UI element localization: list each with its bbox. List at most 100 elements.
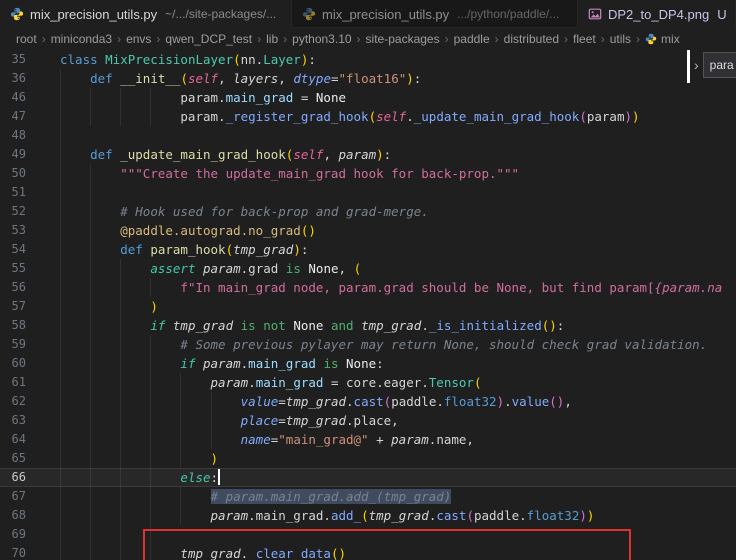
indent-guide	[90, 373, 91, 392]
indent-guide	[150, 544, 151, 560]
indent-guide	[90, 183, 91, 202]
code-line-36[interactable]: 36 def __init__(self, layers, dtype="flo…	[0, 69, 736, 88]
code-line-64[interactable]: 64 name="main_grad@" + param.name,	[0, 430, 736, 449]
breadcrumb-item-fleet[interactable]: fleet	[573, 32, 596, 46]
line-number: 68	[0, 506, 26, 525]
code-line-62[interactable]: 62 value=tmp_grad.cast(paddle.float32).v…	[0, 392, 736, 411]
code-line-54[interactable]: 54 def param_hook(tmp_grad):	[0, 240, 736, 259]
code-line-46[interactable]: 46 param.main_grad = None	[0, 88, 736, 107]
indent-guide	[60, 202, 61, 221]
code-line-66[interactable]: 66 else:	[0, 468, 736, 487]
code-line-63[interactable]: 63 place=tmp_grad.place,	[0, 411, 736, 430]
vscode-window: mix_precision_utils.py ~/.../site-packag…	[0, 0, 736, 560]
tab-mix-precision-utils-local[interactable]: mix_precision_utils.py ~/.../site-packag…	[0, 0, 292, 28]
code-line-51[interactable]: 51	[0, 183, 736, 202]
breadcrumb-item-paddle[interactable]: paddle	[454, 32, 490, 46]
line-number: 63	[0, 411, 26, 430]
indent-guide	[90, 525, 91, 544]
indent-guide	[90, 430, 91, 449]
code-line-69[interactable]: 69	[0, 525, 736, 544]
breadcrumb-item-lib[interactable]: lib	[266, 32, 278, 46]
indent-guide	[150, 525, 151, 544]
breadcrumb-item-qwen_DCP_test[interactable]: qwen_DCP_test	[165, 32, 252, 46]
tab-title: mix_precision_utils.py	[322, 7, 449, 22]
code-text: param._register_grad_hook(self._update_m…	[60, 107, 736, 126]
python-icon	[302, 7, 316, 21]
indent-guide	[60, 525, 61, 544]
breadcrumb-item-root[interactable]: root	[16, 32, 37, 46]
tab-mix-precision-utils-paddle[interactable]: mix_precision_utils.py .../python/paddle…	[292, 0, 578, 28]
code-text: f"In main_grad node, param.grad should b…	[60, 278, 736, 297]
code-line-68[interactable]: 68 param.main_grad.add_(tmp_grad.cast(pa…	[0, 506, 736, 525]
indent-guide	[150, 107, 151, 126]
indent-guide	[150, 88, 151, 107]
sash-bar[interactable]	[687, 50, 690, 83]
line-number: 66	[0, 468, 26, 487]
indent-guide	[90, 449, 91, 468]
code-line-56[interactable]: 56 f"In main_grad node, param.grad shoul…	[0, 278, 736, 297]
indent-guide	[60, 544, 61, 560]
indent-guide	[60, 297, 61, 316]
indent-guide	[150, 487, 151, 506]
breadcrumb-leaf[interactable]: mix	[645, 32, 680, 46]
breadcrumb-item-site-packages[interactable]: site-packages	[366, 32, 440, 46]
code-line-49[interactable]: 49 def _update_main_grad_hook(self, para…	[0, 145, 736, 164]
indent-guide	[120, 354, 121, 373]
chevron-right-icon: ›	[357, 32, 361, 46]
code-line-60[interactable]: 60 if param.main_grad is None:	[0, 354, 736, 373]
line-number: 64	[0, 430, 26, 449]
chevron-right-icon[interactable]: ›	[694, 57, 699, 73]
code-text: """Create the update_main_grad hook for …	[60, 164, 736, 183]
indent-guide	[90, 487, 91, 506]
line-number: 49	[0, 145, 26, 164]
code-line-65[interactable]: 65 )	[0, 449, 736, 468]
indent-guide	[120, 335, 121, 354]
code-line-70[interactable]: 70 tmp_grad._clear_data()	[0, 544, 736, 560]
indent-guide	[60, 259, 61, 278]
code-text: if param.main_grad is None:	[60, 354, 736, 373]
indent-guide	[90, 221, 91, 240]
code-line-47[interactable]: 47 param._register_grad_hook(self._updat…	[0, 107, 736, 126]
code-line-58[interactable]: 58 if tmp_grad is not None and tmp_grad.…	[0, 316, 736, 335]
indent-guide	[60, 183, 61, 202]
indent-guide	[60, 335, 61, 354]
indent-guide	[120, 297, 121, 316]
breadcrumb-item-utils[interactable]: utils	[610, 32, 631, 46]
image-icon	[588, 7, 602, 21]
line-number: 46	[0, 88, 26, 107]
line-number: 47	[0, 107, 26, 126]
line-number: 48	[0, 126, 26, 145]
code-line-53[interactable]: 53 @paddle.autograd.no_grad()	[0, 221, 736, 240]
code-line-52[interactable]: 52 # Hook used for back-prop and grad-me…	[0, 202, 736, 221]
tab-description: ~/.../site-packages/...	[165, 7, 276, 21]
indent-guide	[90, 468, 91, 487]
indent-guide	[120, 525, 121, 544]
line-number: 50	[0, 164, 26, 183]
breadcrumb-item-envs[interactable]: envs	[126, 32, 151, 46]
find-input[interactable]: para	[703, 52, 736, 78]
indent-guide	[60, 316, 61, 335]
code-text: # Some previous pylayer may return None,…	[60, 335, 736, 354]
breadcrumb-item-distributed[interactable]: distributed	[504, 32, 559, 46]
breadcrumb-item-python3.10[interactable]: python3.10	[292, 32, 351, 46]
code-editor[interactable]: 35class MixPrecisionLayer(nn.Layer):36 d…	[0, 50, 736, 560]
code-text: tmp_grad._clear_data()	[60, 544, 736, 560]
tab-dp2-to-dp4-png[interactable]: DP2_to_DP4.png U	[578, 0, 736, 28]
code-line-48[interactable]: 48	[0, 126, 736, 145]
breadcrumb-item-miniconda3[interactable]: miniconda3	[51, 32, 112, 46]
line-number: 52	[0, 202, 26, 221]
breadcrumb: root›miniconda3›envs›qwen_DCP_test›lib›p…	[0, 28, 736, 50]
line-number: 60	[0, 354, 26, 373]
code-line-50[interactable]: 50 """Create the update_main_grad hook f…	[0, 164, 736, 183]
indent-guide	[60, 411, 61, 430]
code-line-35[interactable]: 35class MixPrecisionLayer(nn.Layer):	[0, 50, 736, 69]
code-text: def _update_main_grad_hook(self, param):	[60, 145, 736, 164]
chevron-right-icon: ›	[156, 32, 160, 46]
code-line-55[interactable]: 55 assert param.grad is None, (	[0, 259, 736, 278]
code-line-59[interactable]: 59 # Some previous pylayer may return No…	[0, 335, 736, 354]
tab-description: .../python/paddle/...	[457, 7, 559, 21]
code-line-57[interactable]: 57 )	[0, 297, 736, 316]
code-line-67[interactable]: 67 # param.main_grad.add_(tmp_grad)	[0, 487, 736, 506]
code-line-61[interactable]: 61 param.main_grad = core.eager.Tensor(	[0, 373, 736, 392]
chevron-right-icon: ›	[42, 32, 46, 46]
